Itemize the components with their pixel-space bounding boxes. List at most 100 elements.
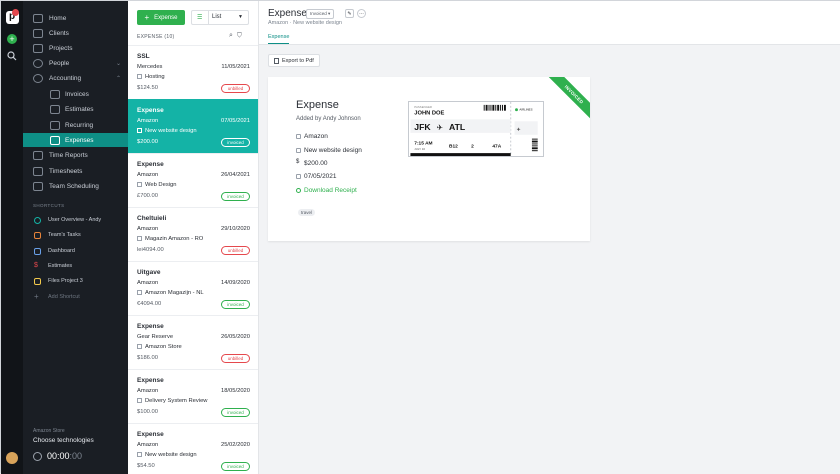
date-line: 07/05/2021 [296,173,337,180]
pdf-icon [274,57,279,64]
user-avatar[interactable] [6,452,18,464]
project-value: New website design [304,147,362,154]
expense-title: Cheltuieli [137,215,167,222]
expense-vendor: Amazon [137,442,159,448]
chevron-up-icon: ⌃ [115,75,121,82]
shortcut-team-tasks[interactable]: Team's Tasks [23,229,128,241]
status-dropdown[interactable]: Invoiced ▾ [306,9,335,19]
list-item-selected[interactable]: Expense Amazon 07/05/2021 New website de… [128,99,258,153]
expense-amount: $124.50 [137,85,158,91]
sidebar-item-projects[interactable]: Projects [23,41,128,55]
invoice-icon [50,89,60,99]
search-icon[interactable]: ⌕ [229,32,233,39]
view-select[interactable]: ☰ List ▼ [191,10,249,25]
expense-date: 26/04/2021 [220,172,250,178]
expense-title: SSL [137,53,150,60]
expense-vendor: Amazon [137,172,159,178]
sidebar-item-timesheets[interactable]: Timesheets [23,164,128,178]
status-badge: invoiced [221,300,250,309]
search-icon[interactable] [7,51,17,61]
ticket-seat: 47A [492,143,501,149]
quick-add-button[interactable]: + [7,34,17,44]
list-item[interactable]: SSL Mercedes 11/05/2021 Hosting $124.50 … [128,45,258,99]
sidebar-item-accounting[interactable]: Accounting ⌃ [23,71,128,85]
edit-icon[interactable]: ✎ [345,9,354,18]
time-tracker[interactable]: 00:00:00 [33,451,82,461]
status-badge: unbilled [221,246,250,255]
expense-vendor: Amazon [137,388,159,394]
expense-amount: $186.00 [137,355,158,361]
sidebar-item-team-scheduling[interactable]: Team Scheduling [23,179,128,193]
people-icon [33,58,43,68]
sidebar-item-estimates[interactable]: Estimates [23,102,128,116]
list-item[interactable]: Cheltuieli Amazon 29/10/2020 Magazin Ama… [128,207,258,261]
sidebar-item-clients[interactable]: Clients [23,26,128,40]
ticket-airline: AIRLINES [519,108,532,112]
expense-vendor: Amazon [137,118,159,124]
list-item[interactable]: Expense Gear Reserve 26/05/2020 Amazon S… [128,315,258,369]
divider [208,11,209,24]
download-icon [296,188,301,193]
shortcut-user-overview[interactable]: User Overview - Andy [23,214,128,226]
expense-title: Expense [137,377,164,384]
caret-down-icon: ▼ [238,14,243,20]
tab-expense[interactable]: Expense [268,34,290,44]
sidebar: Home Clients Projects People ⌄ Accounting… [23,1,128,474]
expense-date: 26/05/2020 [220,334,250,340]
expense-title: Expense [137,323,164,330]
sidebar-item-home[interactable]: Home [23,11,128,25]
sidebar-item-expenses[interactable]: Expenses [23,133,128,147]
filter-icon[interactable]: ⛉ [237,32,242,39]
expense-date: 25/02/2020 [220,442,250,448]
current-task[interactable]: Choose technologies [33,437,94,444]
list-item[interactable]: Expense Amazon 18/05/2020 Delivery Syste… [128,369,258,423]
folder-icon [296,148,301,153]
more-icon[interactable]: … [357,9,366,18]
download-receipt-link[interactable]: Download Receipt [296,187,357,194]
clock-icon[interactable] [33,451,42,461]
ticket-from: JFK [414,122,431,132]
list-item[interactable]: Expense Amazon 25/02/2020 New website de… [128,423,258,474]
receipt-thumbnail[interactable]: PASSENGER JOHN DOE AIRLINES JFK ✈ ATL 7:… [408,101,544,157]
time-reports-icon [33,150,43,160]
expense-detail: Expense Invoiced ▾ ✎ … Amazon · New webs… [259,1,840,474]
list-item[interactable]: Uitgave Amazon 14/09/2020 Amazon Magazij… [128,261,258,315]
list-item[interactable]: Expense Amazon 26/04/2021 Web Design £70… [128,153,258,207]
invoiced-ribbon: INVOICED [547,77,590,122]
tag-travel[interactable]: travel [298,209,316,216]
tasks-icon [34,231,41,239]
expense-project: New website design [137,128,197,134]
shortcuts-title: SHORTCUTS [33,203,65,208]
project-label: Amazon Store [145,344,182,351]
vendor-line: Amazon [296,133,328,140]
expense-amount: lei4094.00 [137,247,164,253]
user-overview-icon [34,216,41,224]
expense-project: New website design [137,452,197,458]
card-title: Expense [296,99,339,111]
project-icon [137,344,142,349]
export-pdf-button[interactable]: Export to Pdf [268,54,320,67]
sidebar-item-recurring[interactable]: Recurring [23,118,128,132]
timer-main: 00:00 [47,451,70,461]
amount-value: $200.00 [304,160,328,167]
vendor-icon [296,134,301,139]
sidebar-item-people[interactable]: People ⌄ [23,56,128,70]
dollar-icon [33,73,43,83]
expense-date: 07/05/2021 [220,118,250,124]
status-badge: invoiced [221,462,250,471]
project-icon [137,236,142,241]
shortcut-dashboard[interactable]: Dashboard [23,245,128,257]
project-icon [137,182,142,187]
project-icon [137,128,142,133]
files-icon [34,277,41,285]
icon-rail: + [1,1,23,474]
project-icon [137,74,142,79]
shortcut-estimates[interactable]: $ Estimates [23,260,128,272]
add-expense-button[interactable]: + Expense [137,10,185,25]
timer-seconds: :00 [69,451,83,461]
add-shortcut-button[interactable]: + Add Shortcut [23,291,128,303]
plane-icon: ✈ [436,123,443,132]
sidebar-item-invoices[interactable]: Invoices [23,87,128,101]
sidebar-item-time-reports[interactable]: Time Reports [23,148,128,162]
shortcut-files-project[interactable]: Files Project 3 [23,275,128,287]
